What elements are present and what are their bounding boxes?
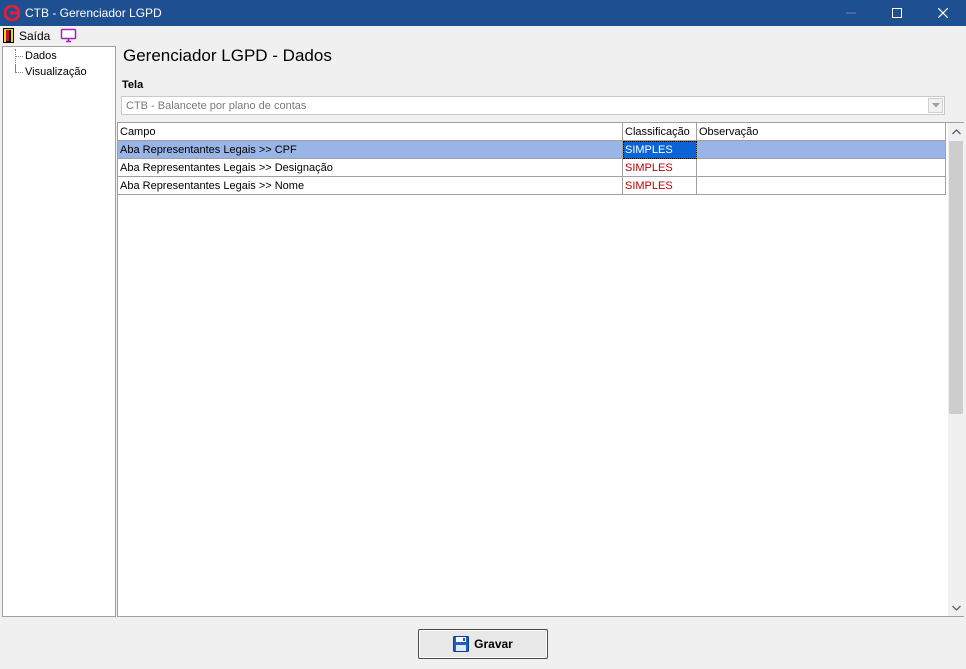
dropdown-arrow-button[interactable] — [928, 98, 943, 113]
screen-select-value: CTB - Balancete por plano de contas — [126, 100, 307, 112]
close-button[interactable] — [920, 0, 966, 26]
maximize-icon — [892, 8, 902, 18]
cell-campo[interactable]: Aba Representantes Legais >> Nome — [118, 177, 623, 195]
tree-item-visualizacao[interactable]: Visualização — [3, 65, 115, 80]
app-logo-icon — [4, 5, 20, 21]
column-header-classificacao[interactable]: Classificação — [623, 123, 697, 141]
close-icon — [938, 8, 948, 18]
door-exit-icon — [3, 28, 14, 43]
cell-observacao[interactable] — [697, 159, 946, 177]
tree-item-label: Visualização — [25, 66, 87, 78]
cell-campo[interactable]: Aba Representantes Legais >> CPF — [118, 141, 623, 159]
scrollbar-thumb[interactable] — [949, 141, 963, 414]
table-row[interactable]: Aba Representantes Legais >> Nome SIMPLE… — [118, 177, 946, 195]
save-button-label: Gravar — [474, 637, 513, 651]
navigation-tree: Dados Visualização — [2, 46, 116, 617]
chevron-down-icon — [951, 605, 961, 611]
exit-menu-item[interactable]: Saída — [3, 27, 50, 44]
table-row[interactable]: Aba Representantes Legais >> CPF SIMPLES — [118, 141, 946, 159]
save-button[interactable]: Gravar — [418, 629, 548, 659]
chevron-down-icon — [931, 103, 940, 108]
maximize-button[interactable] — [874, 0, 920, 26]
scroll-down-button[interactable] — [948, 599, 964, 616]
tree-item-dados[interactable]: Dados — [3, 49, 115, 71]
chevron-up-icon — [951, 128, 961, 134]
grid-header: Campo Classificação Observação — [118, 123, 946, 141]
cell-observacao[interactable] — [697, 141, 946, 159]
cell-classificacao[interactable]: SIMPLES — [623, 159, 697, 177]
scroll-up-button[interactable] — [948, 123, 964, 140]
tree-item-label: Dados — [25, 50, 57, 62]
cell-campo[interactable]: Aba Representantes Legais >> Designação — [118, 159, 623, 177]
minimize-button[interactable] — [828, 0, 874, 26]
monitor-icon[interactable] — [60, 28, 78, 43]
vertical-scrollbar[interactable] — [948, 123, 964, 616]
column-header-observacao[interactable]: Observação — [697, 123, 946, 141]
cell-classificacao[interactable]: SIMPLES — [623, 141, 697, 159]
screen-select[interactable]: CTB - Balancete por plano de contas — [121, 96, 945, 115]
cell-classificacao[interactable]: SIMPLES — [623, 177, 697, 195]
window-title: CTB - Gerenciador LGPD — [25, 6, 162, 20]
exit-menu-label: Saída — [19, 28, 51, 43]
title-bar: CTB - Gerenciador LGPD — [0, 0, 966, 26]
cell-observacao[interactable] — [697, 177, 946, 195]
column-header-campo[interactable]: Campo — [118, 123, 623, 141]
table-row[interactable]: Aba Representantes Legais >> Designação … — [118, 159, 946, 177]
page-title: Gerenciador LGPD - Dados — [123, 46, 332, 65]
menu-bar: Saída — [0, 26, 966, 45]
screen-field-label: Tela — [122, 79, 144, 91]
data-grid: Campo Classificação Observação Aba Repre… — [117, 122, 964, 617]
floppy-disk-icon — [453, 636, 470, 652]
minimize-icon — [846, 12, 856, 14]
